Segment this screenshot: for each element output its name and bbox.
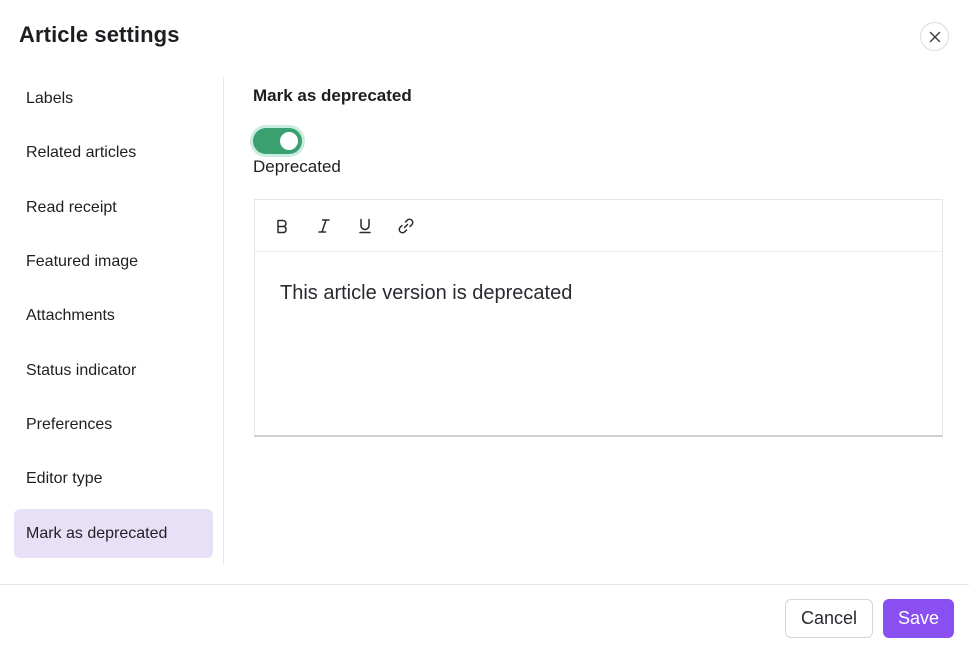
underline-button[interactable] <box>352 213 378 239</box>
editor-toolbar <box>255 200 942 252</box>
sidebar-item-label: Labels <box>26 89 74 107</box>
rich-text-editor: This article version is deprecated <box>254 199 943 437</box>
save-button[interactable]: Save <box>883 599 954 638</box>
footer-divider <box>0 584 969 585</box>
sidebar-item-label: Mark as deprecated <box>26 524 168 542</box>
editor-content: This article version is deprecated <box>280 282 573 304</box>
section-title: Mark as deprecated <box>253 86 412 105</box>
sidebar-item-label: Editor type <box>26 469 103 487</box>
sidebar-item-label: Preferences <box>26 415 113 433</box>
sidebar-item-attachments[interactable]: Attachments <box>14 291 213 340</box>
bold-icon <box>277 219 287 234</box>
bold-button[interactable] <box>269 213 295 239</box>
sidebar-item-related-articles[interactable]: Related articles <box>14 128 213 177</box>
sidebar-item-label: Status indicator <box>26 361 137 379</box>
sidebar-item-mark-as-deprecated[interactable]: Mark as deprecated <box>14 509 213 558</box>
sidebar-item-labels[interactable]: Labels <box>14 74 213 123</box>
italic-icon <box>318 219 330 233</box>
close-button[interactable] <box>920 22 949 51</box>
close-icon <box>929 31 940 42</box>
sidebar-item-editor-type[interactable]: Editor type <box>14 454 213 503</box>
sidebar-item-featured-image[interactable]: Featured image <box>14 237 213 286</box>
toggle-knob <box>280 132 298 150</box>
sidebar-divider <box>223 77 224 564</box>
editor-text-area[interactable]: This article version is deprecated <box>255 252 942 305</box>
link-icon <box>398 218 414 234</box>
sidebar-item-label: Read receipt <box>26 198 117 216</box>
cancel-button[interactable]: Cancel <box>785 599 873 638</box>
sidebar-item-preferences[interactable]: Preferences <box>14 400 213 449</box>
underline-icon <box>359 218 371 234</box>
article-settings-dialog: Article settings Labels Related articles… <box>0 0 969 652</box>
deprecated-toggle[interactable] <box>253 128 302 154</box>
sidebar-item-label: Attachments <box>26 306 115 324</box>
link-button[interactable] <box>393 213 419 239</box>
sidebar-item-status-indicator[interactable]: Status indicator <box>14 346 213 395</box>
dialog-title: Article settings <box>19 22 180 47</box>
italic-button[interactable] <box>311 213 337 239</box>
sidebar-item-label: Featured image <box>26 252 139 270</box>
sidebar-item-read-receipt[interactable]: Read receipt <box>14 183 213 232</box>
sidebar-item-label: Related articles <box>26 143 137 161</box>
toggle-label: Deprecated <box>253 157 341 176</box>
